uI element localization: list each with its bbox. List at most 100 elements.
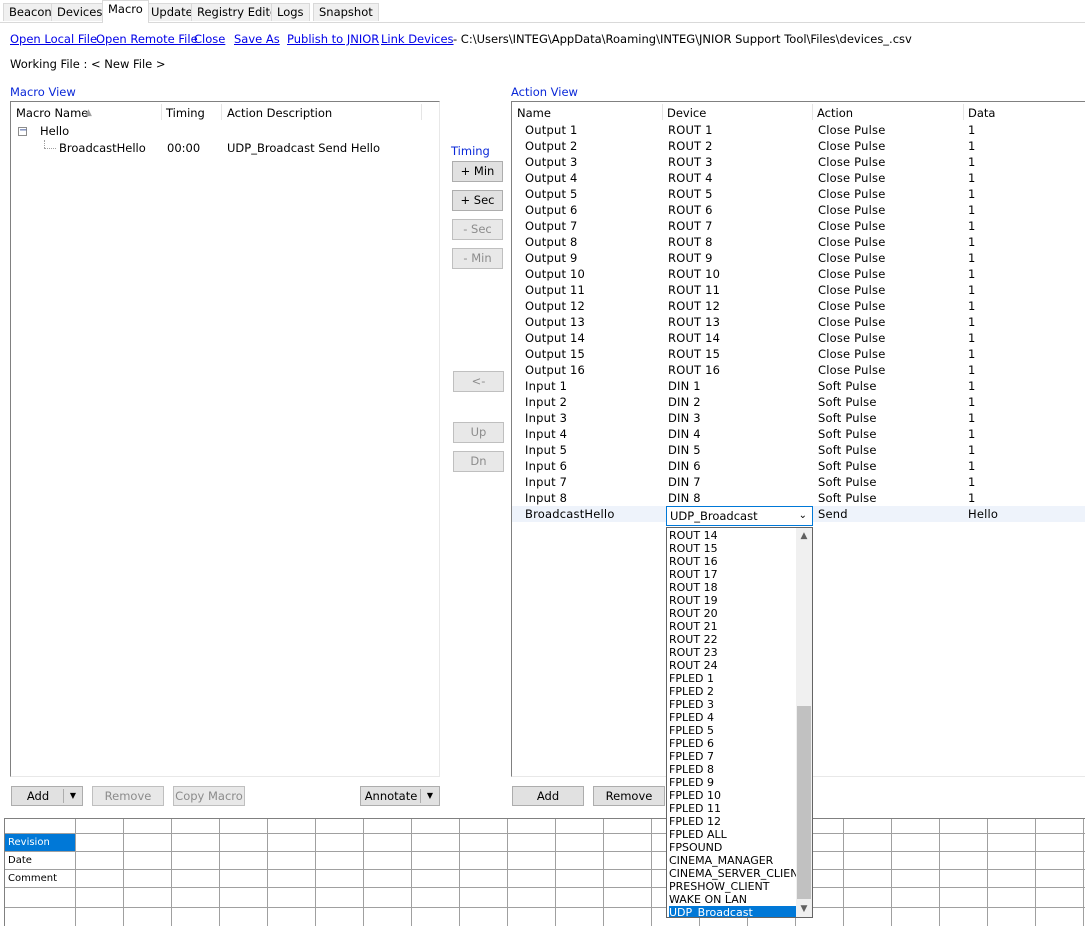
- row-data[interactable]: 1: [968, 170, 976, 186]
- row-data[interactable]: 1: [968, 378, 976, 394]
- dropdown-option[interactable]: ROUT 22: [669, 633, 797, 646]
- close-link[interactable]: Close: [194, 32, 225, 46]
- row-data[interactable]: 1: [968, 186, 976, 202]
- row-device[interactable]: DIN 5: [668, 442, 701, 458]
- dropdown-option[interactable]: CINEMA_SERVER_CLIENT: [669, 867, 797, 880]
- row-device[interactable]: ROUT 7: [668, 218, 713, 234]
- row-data[interactable]: 1: [968, 458, 976, 474]
- row-name[interactable]: Output 9: [525, 250, 578, 266]
- row-action[interactable]: Soft Pulse: [818, 410, 877, 426]
- row-action[interactable]: Close Pulse: [818, 218, 885, 234]
- row-data[interactable]: 1: [968, 266, 976, 282]
- dropdown-option[interactable]: ROUT 16: [669, 555, 797, 568]
- row-data[interactable]: 1: [968, 202, 976, 218]
- row-device[interactable]: DIN 1: [668, 378, 701, 394]
- dropdown-option[interactable]: FPLED 7: [669, 750, 797, 763]
- row-data[interactable]: 1: [968, 442, 976, 458]
- row-device[interactable]: DIN 2: [668, 394, 701, 410]
- row-action[interactable]: Soft Pulse: [818, 426, 877, 442]
- subtract-minute-button[interactable]: - Min: [452, 248, 503, 269]
- row-name[interactable]: Output 13: [525, 314, 585, 330]
- scroll-up-icon[interactable]: ▲: [796, 528, 812, 544]
- column-header-timing[interactable]: Timing: [166, 102, 205, 122]
- column-header-action-description[interactable]: Action Description: [227, 102, 332, 122]
- column-header-action[interactable]: Action: [817, 102, 853, 122]
- row-device[interactable]: ROUT 15: [668, 346, 720, 362]
- row-name[interactable]: Output 7: [525, 218, 578, 234]
- row-data[interactable]: Hello: [968, 506, 998, 522]
- row-action[interactable]: Close Pulse: [818, 170, 885, 186]
- macro-item-hello[interactable]: Hello: [40, 123, 69, 139]
- row-name[interactable]: Input 2: [525, 394, 567, 410]
- row-data[interactable]: 1: [968, 154, 976, 170]
- save-as-link[interactable]: Save As: [234, 32, 280, 46]
- add-macro-button[interactable]: Add ▼: [11, 786, 83, 806]
- row-device[interactable]: DIN 3: [668, 410, 701, 426]
- dropdown-option[interactable]: FPLED 2: [669, 685, 797, 698]
- dropdown-scrollbar[interactable]: ▲ ▼: [796, 528, 812, 917]
- row-action[interactable]: Close Pulse: [818, 154, 885, 170]
- row-data[interactable]: 1: [968, 394, 976, 410]
- dropdown-option[interactable]: FPLED 11: [669, 802, 797, 815]
- column-header-data[interactable]: Data: [968, 102, 995, 122]
- row-data[interactable]: 1: [968, 298, 976, 314]
- row-device[interactable]: ROUT 14: [668, 330, 720, 346]
- row-action[interactable]: Close Pulse: [818, 362, 885, 378]
- dropdown-option[interactable]: ROUT 24: [669, 659, 797, 672]
- row-action[interactable]: Close Pulse: [818, 202, 885, 218]
- dropdown-option[interactable]: FPLED 1: [669, 672, 797, 685]
- column-header-name[interactable]: Name: [517, 102, 551, 122]
- row-action[interactable]: Close Pulse: [818, 186, 885, 202]
- dropdown-option[interactable]: FPLED 4: [669, 711, 797, 724]
- row-device[interactable]: ROUT 1: [668, 122, 713, 138]
- dropdown-option[interactable]: FPLED 8: [669, 763, 797, 776]
- row-device[interactable]: ROUT 9: [668, 250, 713, 266]
- move-up-button[interactable]: Up: [453, 422, 504, 443]
- add-action-button[interactable]: Add: [512, 786, 584, 806]
- move-down-button[interactable]: Dn: [453, 451, 504, 472]
- device-dropdown[interactable]: UDP_Broadcast ⌄: [666, 506, 813, 526]
- row-action[interactable]: Soft Pulse: [818, 474, 877, 490]
- macro-action-name[interactable]: BroadcastHello: [59, 140, 146, 156]
- row-action[interactable]: Close Pulse: [818, 282, 885, 298]
- add-minute-button[interactable]: + Min: [452, 161, 503, 182]
- dropdown-option[interactable]: ROUT 23: [669, 646, 797, 659]
- grid-row-comment[interactable]: Comment: [5, 870, 75, 887]
- dropdown-option[interactable]: ROUT 19: [669, 594, 797, 607]
- dropdown-option[interactable]: FPLED ALL: [669, 828, 797, 841]
- row-action[interactable]: Close Pulse: [818, 234, 885, 250]
- scroll-down-icon[interactable]: ▼: [796, 901, 812, 917]
- row-action[interactable]: Close Pulse: [818, 122, 885, 138]
- dropdown-option[interactable]: ROUT 21: [669, 620, 797, 633]
- move-to-macro-button[interactable]: <-: [453, 371, 504, 392]
- row-action[interactable]: Soft Pulse: [818, 394, 877, 410]
- row-name[interactable]: Output 16: [525, 362, 585, 378]
- row-device[interactable]: DIN 6: [668, 458, 701, 474]
- row-device[interactable]: ROUT 12: [668, 298, 720, 314]
- tab-macro[interactable]: Macro: [102, 0, 149, 23]
- dropdown-arrow-icon[interactable]: ▼: [63, 789, 82, 803]
- dropdown-option[interactable]: FPLED 12: [669, 815, 797, 828]
- row-data[interactable]: 1: [968, 346, 976, 362]
- dropdown-option[interactable]: ROUT 15: [669, 542, 797, 555]
- row-action[interactable]: Send: [818, 506, 848, 522]
- row-action[interactable]: Soft Pulse: [818, 490, 877, 506]
- annotate-button[interactable]: Annotate ▼: [360, 786, 440, 806]
- row-device[interactable]: DIN 7: [668, 474, 701, 490]
- dropdown-option[interactable]: FPLED 3: [669, 698, 797, 711]
- dropdown-option[interactable]: ROUT 18: [669, 581, 797, 594]
- row-action[interactable]: Close Pulse: [818, 250, 885, 266]
- row-name[interactable]: Output 15: [525, 346, 585, 362]
- row-data[interactable]: 1: [968, 362, 976, 378]
- row-action[interactable]: Soft Pulse: [818, 458, 877, 474]
- grid-row-revision[interactable]: Revision: [5, 834, 75, 851]
- link-devices-link[interactable]: Link Devices: [381, 32, 454, 46]
- row-name[interactable]: Input 7: [525, 474, 567, 490]
- row-name[interactable]: Output 8: [525, 234, 578, 250]
- open-remote-file-link[interactable]: Open Remote File: [96, 32, 198, 46]
- column-header-device[interactable]: Device: [667, 102, 706, 122]
- remove-macro-button[interactable]: Remove: [92, 786, 164, 806]
- row-device[interactable]: ROUT 13: [668, 314, 720, 330]
- row-name[interactable]: Input 8: [525, 490, 567, 506]
- row-name[interactable]: Output 4: [525, 170, 578, 186]
